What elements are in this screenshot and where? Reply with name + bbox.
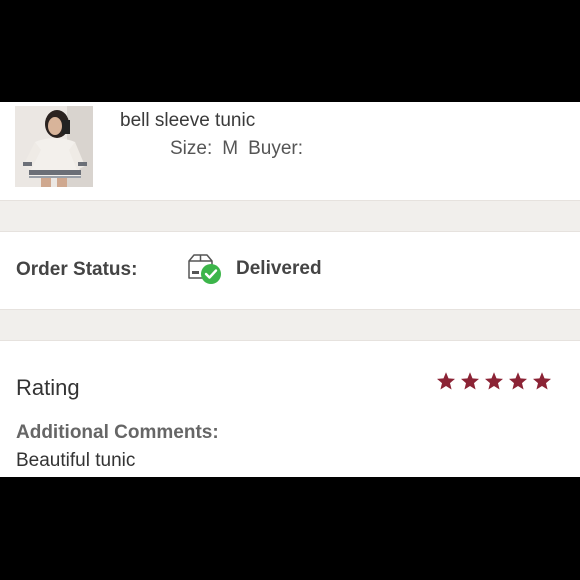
item-thumbnail[interactable]: [15, 106, 93, 187]
item-title[interactable]: bell sleeve tunic: [120, 110, 255, 132]
size-label: Size:: [170, 138, 213, 159]
package-delivered-icon: [186, 252, 224, 286]
rating-section: Rating Additional Comments: Beautiful tu…: [0, 341, 580, 477]
rating-label: Rating: [16, 375, 80, 400]
buyer-label: Buyer:: [248, 138, 303, 159]
star-icon: [485, 372, 503, 390]
order-status-label: Order Status:: [16, 259, 138, 280]
star-icon: [509, 372, 527, 390]
comments-text: Beautiful tunic: [16, 450, 136, 471]
order-status-value: Delivered: [236, 258, 322, 279]
redaction-mark: [308, 130, 443, 170]
section-divider: [0, 200, 580, 232]
star-icon: [533, 372, 551, 390]
star-icon: [437, 372, 455, 390]
star-rating: [436, 371, 552, 391]
star-icon: [461, 372, 479, 390]
item-card[interactable]: bell sleeve tunic Size: M Buyer:: [0, 102, 580, 200]
redaction-mark: [108, 140, 170, 172]
order-detail-screen: bell sleeve tunic Size: M Buyer: Order Sta…: [0, 102, 580, 477]
section-divider: [0, 309, 580, 341]
size-value: M: [222, 138, 239, 159]
comments-label: Additional Comments:: [16, 422, 219, 443]
order-status-row: Order Status: Delivered: [0, 232, 580, 308]
